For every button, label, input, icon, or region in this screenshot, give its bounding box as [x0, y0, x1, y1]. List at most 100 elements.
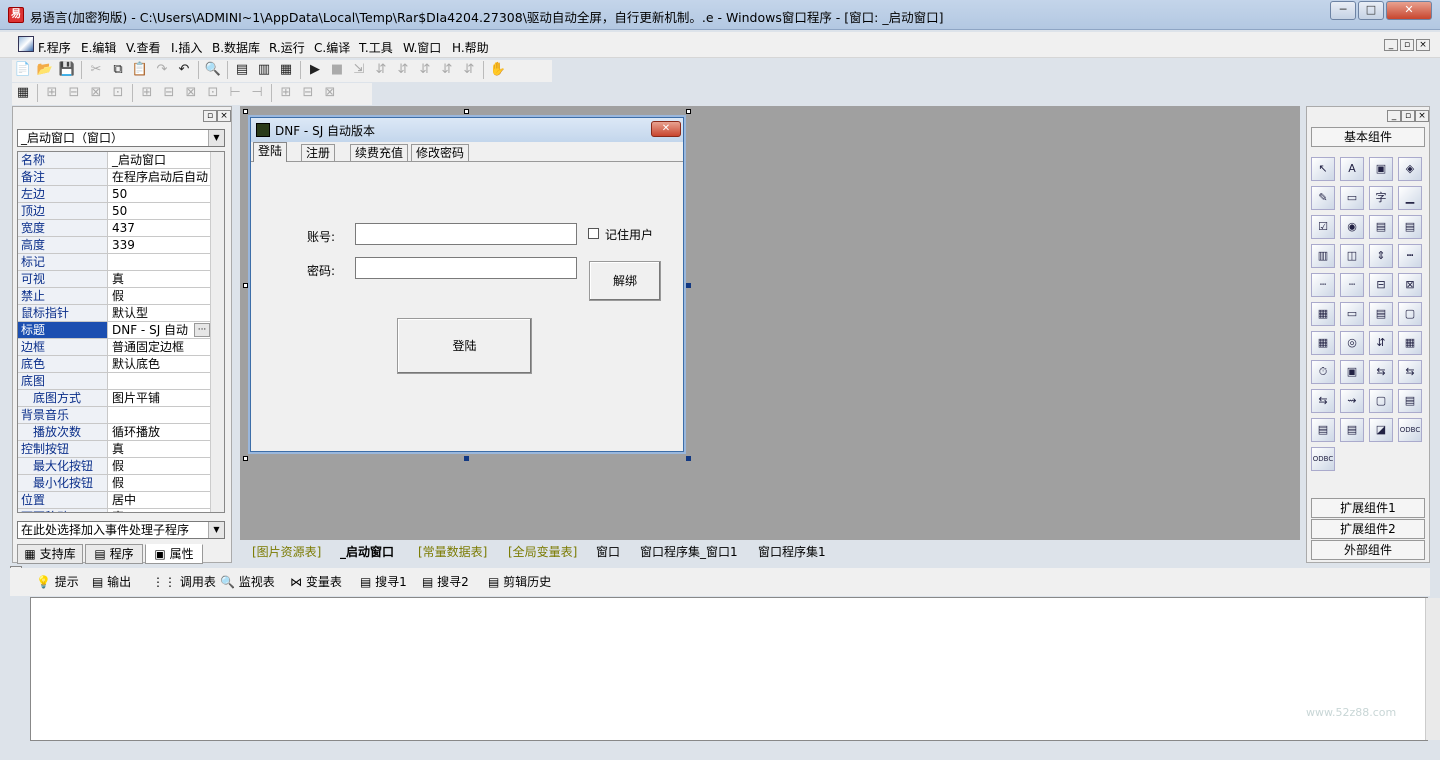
- tab-clip-history[interactable]: ▤ 剪辑历史: [488, 573, 551, 590]
- tab-properties[interactable]: ▣ 属性: [145, 544, 203, 564]
- property-value[interactable]: 普通固定边框: [109, 339, 210, 355]
- panel-close-button[interactable]: ×: [1415, 110, 1429, 122]
- property-row[interactable]: 顶边 50: [18, 203, 210, 220]
- property-row[interactable]: 边框 普通固定边框: [18, 339, 210, 356]
- layout-2-icon[interactable]: ▥: [253, 60, 275, 80]
- property-row[interactable]: 可视真: [18, 271, 210, 288]
- property-value[interactable]: [109, 373, 210, 389]
- tab-support-library[interactable]: ▦ 支持库: [17, 544, 83, 564]
- tab-hint[interactable]: 💡 提示: [36, 573, 79, 590]
- property-row[interactable]: 可否移动真: [18, 509, 210, 512]
- chevron-down-icon[interactable]: ▼: [208, 130, 224, 146]
- component-tool-icon[interactable]: ▢: [1369, 389, 1393, 413]
- mdi-close-button[interactable]: ×: [1416, 39, 1430, 51]
- resize-handle[interactable]: [686, 283, 691, 288]
- component-tool-icon[interactable]: ↖: [1311, 157, 1335, 181]
- property-value[interactable]: 循环播放: [109, 424, 210, 440]
- property-row[interactable]: 高度 339: [18, 237, 210, 254]
- panel-minimize-button[interactable]: _: [1387, 110, 1401, 122]
- property-value[interactable]: 真: [109, 509, 210, 512]
- tab-constants[interactable]: [常量数据表]: [418, 542, 487, 562]
- unbind-button[interactable]: 解绑: [589, 261, 661, 301]
- property-row[interactable]: 禁止假: [18, 288, 210, 305]
- property-row[interactable]: 标题 DNF - SJ 自动 ···: [18, 322, 210, 339]
- layout-1-icon[interactable]: ▤: [231, 60, 253, 80]
- output-scrollbar[interactable]: [1425, 598, 1440, 740]
- open-folder-icon[interactable]: 📂: [34, 60, 56, 80]
- tab-startup-window[interactable]: _启动窗口: [340, 542, 394, 562]
- login-button[interactable]: 登陆: [397, 318, 532, 374]
- menu-run[interactable]: R.运行: [269, 39, 305, 56]
- component-tool-icon[interactable]: ✎: [1311, 186, 1335, 210]
- center-v-icon[interactable]: ⊟: [158, 83, 180, 103]
- step-into-icon[interactable]: ⇵: [370, 60, 392, 80]
- component-tool-icon[interactable]: ▤: [1369, 215, 1393, 239]
- menu-compile[interactable]: C.编译: [314, 39, 350, 56]
- component-tool-icon[interactable]: ▁: [1398, 186, 1422, 210]
- find-icon[interactable]: 🔍: [202, 60, 224, 80]
- property-value[interactable]: 437: [109, 220, 210, 236]
- property-row[interactable]: 底图: [18, 373, 210, 390]
- component-tool-icon[interactable]: ┄: [1340, 273, 1364, 297]
- component-tool-icon[interactable]: ▭: [1340, 186, 1364, 210]
- property-row[interactable]: 最小化按钮假: [18, 475, 210, 492]
- resize-handle[interactable]: [686, 456, 691, 461]
- event-select[interactable]: 在此处选择加入事件处理子程序 ▼: [17, 521, 225, 539]
- size-h-icon[interactable]: ⊞: [275, 83, 297, 103]
- step-icon[interactable]: ⇲: [348, 60, 370, 80]
- close-button[interactable]: ✕: [1386, 1, 1432, 20]
- menu-database[interactable]: B.数据库: [212, 39, 260, 56]
- component-tool-icon[interactable]: ▢: [1398, 302, 1422, 326]
- property-row[interactable]: 标记: [18, 254, 210, 271]
- property-value[interactable]: 假: [109, 288, 210, 304]
- copy-icon[interactable]: ⧉: [107, 60, 129, 80]
- component-tool-icon[interactable]: ⇆: [1369, 360, 1393, 384]
- property-value[interactable]: 在程序启动后自动: [109, 169, 210, 185]
- resize-handle[interactable]: [464, 109, 469, 114]
- tab-image-resources[interactable]: [图片资源表]: [252, 542, 321, 562]
- password-input[interactable]: [355, 257, 577, 279]
- chevron-down-icon[interactable]: ▼: [208, 522, 224, 538]
- menu-tools[interactable]: T.工具: [359, 39, 393, 56]
- component-tool-icon[interactable]: ODBC: [1311, 447, 1335, 471]
- resize-handle[interactable]: [686, 109, 691, 114]
- tab-search-2[interactable]: ▤ 搜寻2: [422, 573, 469, 590]
- resize-handle[interactable]: [243, 456, 248, 461]
- property-value[interactable]: 假: [109, 475, 210, 491]
- redo-icon[interactable]: ↷: [151, 60, 173, 80]
- designed-form[interactable]: DNF - SJ 自动版本 ✕ 登陆 注册 续费充值 修改密码 账号: 记住用户…: [250, 117, 684, 452]
- property-row[interactable]: 位置 居中: [18, 492, 210, 509]
- tab-change-password[interactable]: 修改密码: [411, 144, 470, 161]
- object-select[interactable]: _启动窗口（窗口） ▼: [17, 129, 225, 147]
- run-to-cursor-icon[interactable]: ⇵: [436, 60, 458, 80]
- breakpoint-icon[interactable]: ⇵: [458, 60, 480, 80]
- stop-icon[interactable]: ■: [326, 60, 348, 80]
- component-tool-icon[interactable]: ◈: [1398, 157, 1422, 181]
- save-icon[interactable]: 💾: [56, 60, 78, 80]
- align-bottom-icon[interactable]: ⊡: [107, 83, 129, 103]
- component-tool-icon[interactable]: ▤: [1369, 302, 1393, 326]
- property-value[interactable]: 图片平铺: [109, 390, 210, 406]
- property-row[interactable]: 备注 在程序启动后自动: [18, 169, 210, 186]
- basic-components-header[interactable]: 基本组件: [1311, 127, 1425, 147]
- property-row[interactable]: 左边 50: [18, 186, 210, 203]
- component-tool-icon[interactable]: ▣: [1340, 360, 1364, 384]
- property-row[interactable]: 名称 _启动窗口: [18, 152, 210, 169]
- step-out-icon[interactable]: ⇵: [414, 60, 436, 80]
- tab-window-class-set[interactable]: 窗口程序集1: [758, 542, 826, 562]
- component-tool-icon[interactable]: 字: [1369, 186, 1393, 210]
- tab-watch[interactable]: 🔍 监视表: [220, 573, 275, 590]
- form-close-button[interactable]: ✕: [651, 121, 681, 137]
- component-tool-icon[interactable]: ⇕: [1369, 244, 1393, 268]
- property-row[interactable]: 播放次数 循环播放: [18, 424, 210, 441]
- component-tool-icon[interactable]: A: [1340, 157, 1364, 181]
- maximize-button[interactable]: □: [1358, 1, 1384, 20]
- component-tool-icon[interactable]: ☑: [1311, 215, 1335, 239]
- property-value[interactable]: 默认型: [109, 305, 210, 321]
- panel-restore-button[interactable]: ▫: [1401, 110, 1415, 122]
- component-tool-icon[interactable]: ┅: [1398, 244, 1422, 268]
- center-h-icon[interactable]: ⊞: [136, 83, 158, 103]
- component-tool-icon[interactable]: ▦: [1398, 331, 1422, 355]
- menu-view[interactable]: V.查看: [126, 39, 160, 56]
- same-height-icon[interactable]: ⊣: [246, 83, 268, 103]
